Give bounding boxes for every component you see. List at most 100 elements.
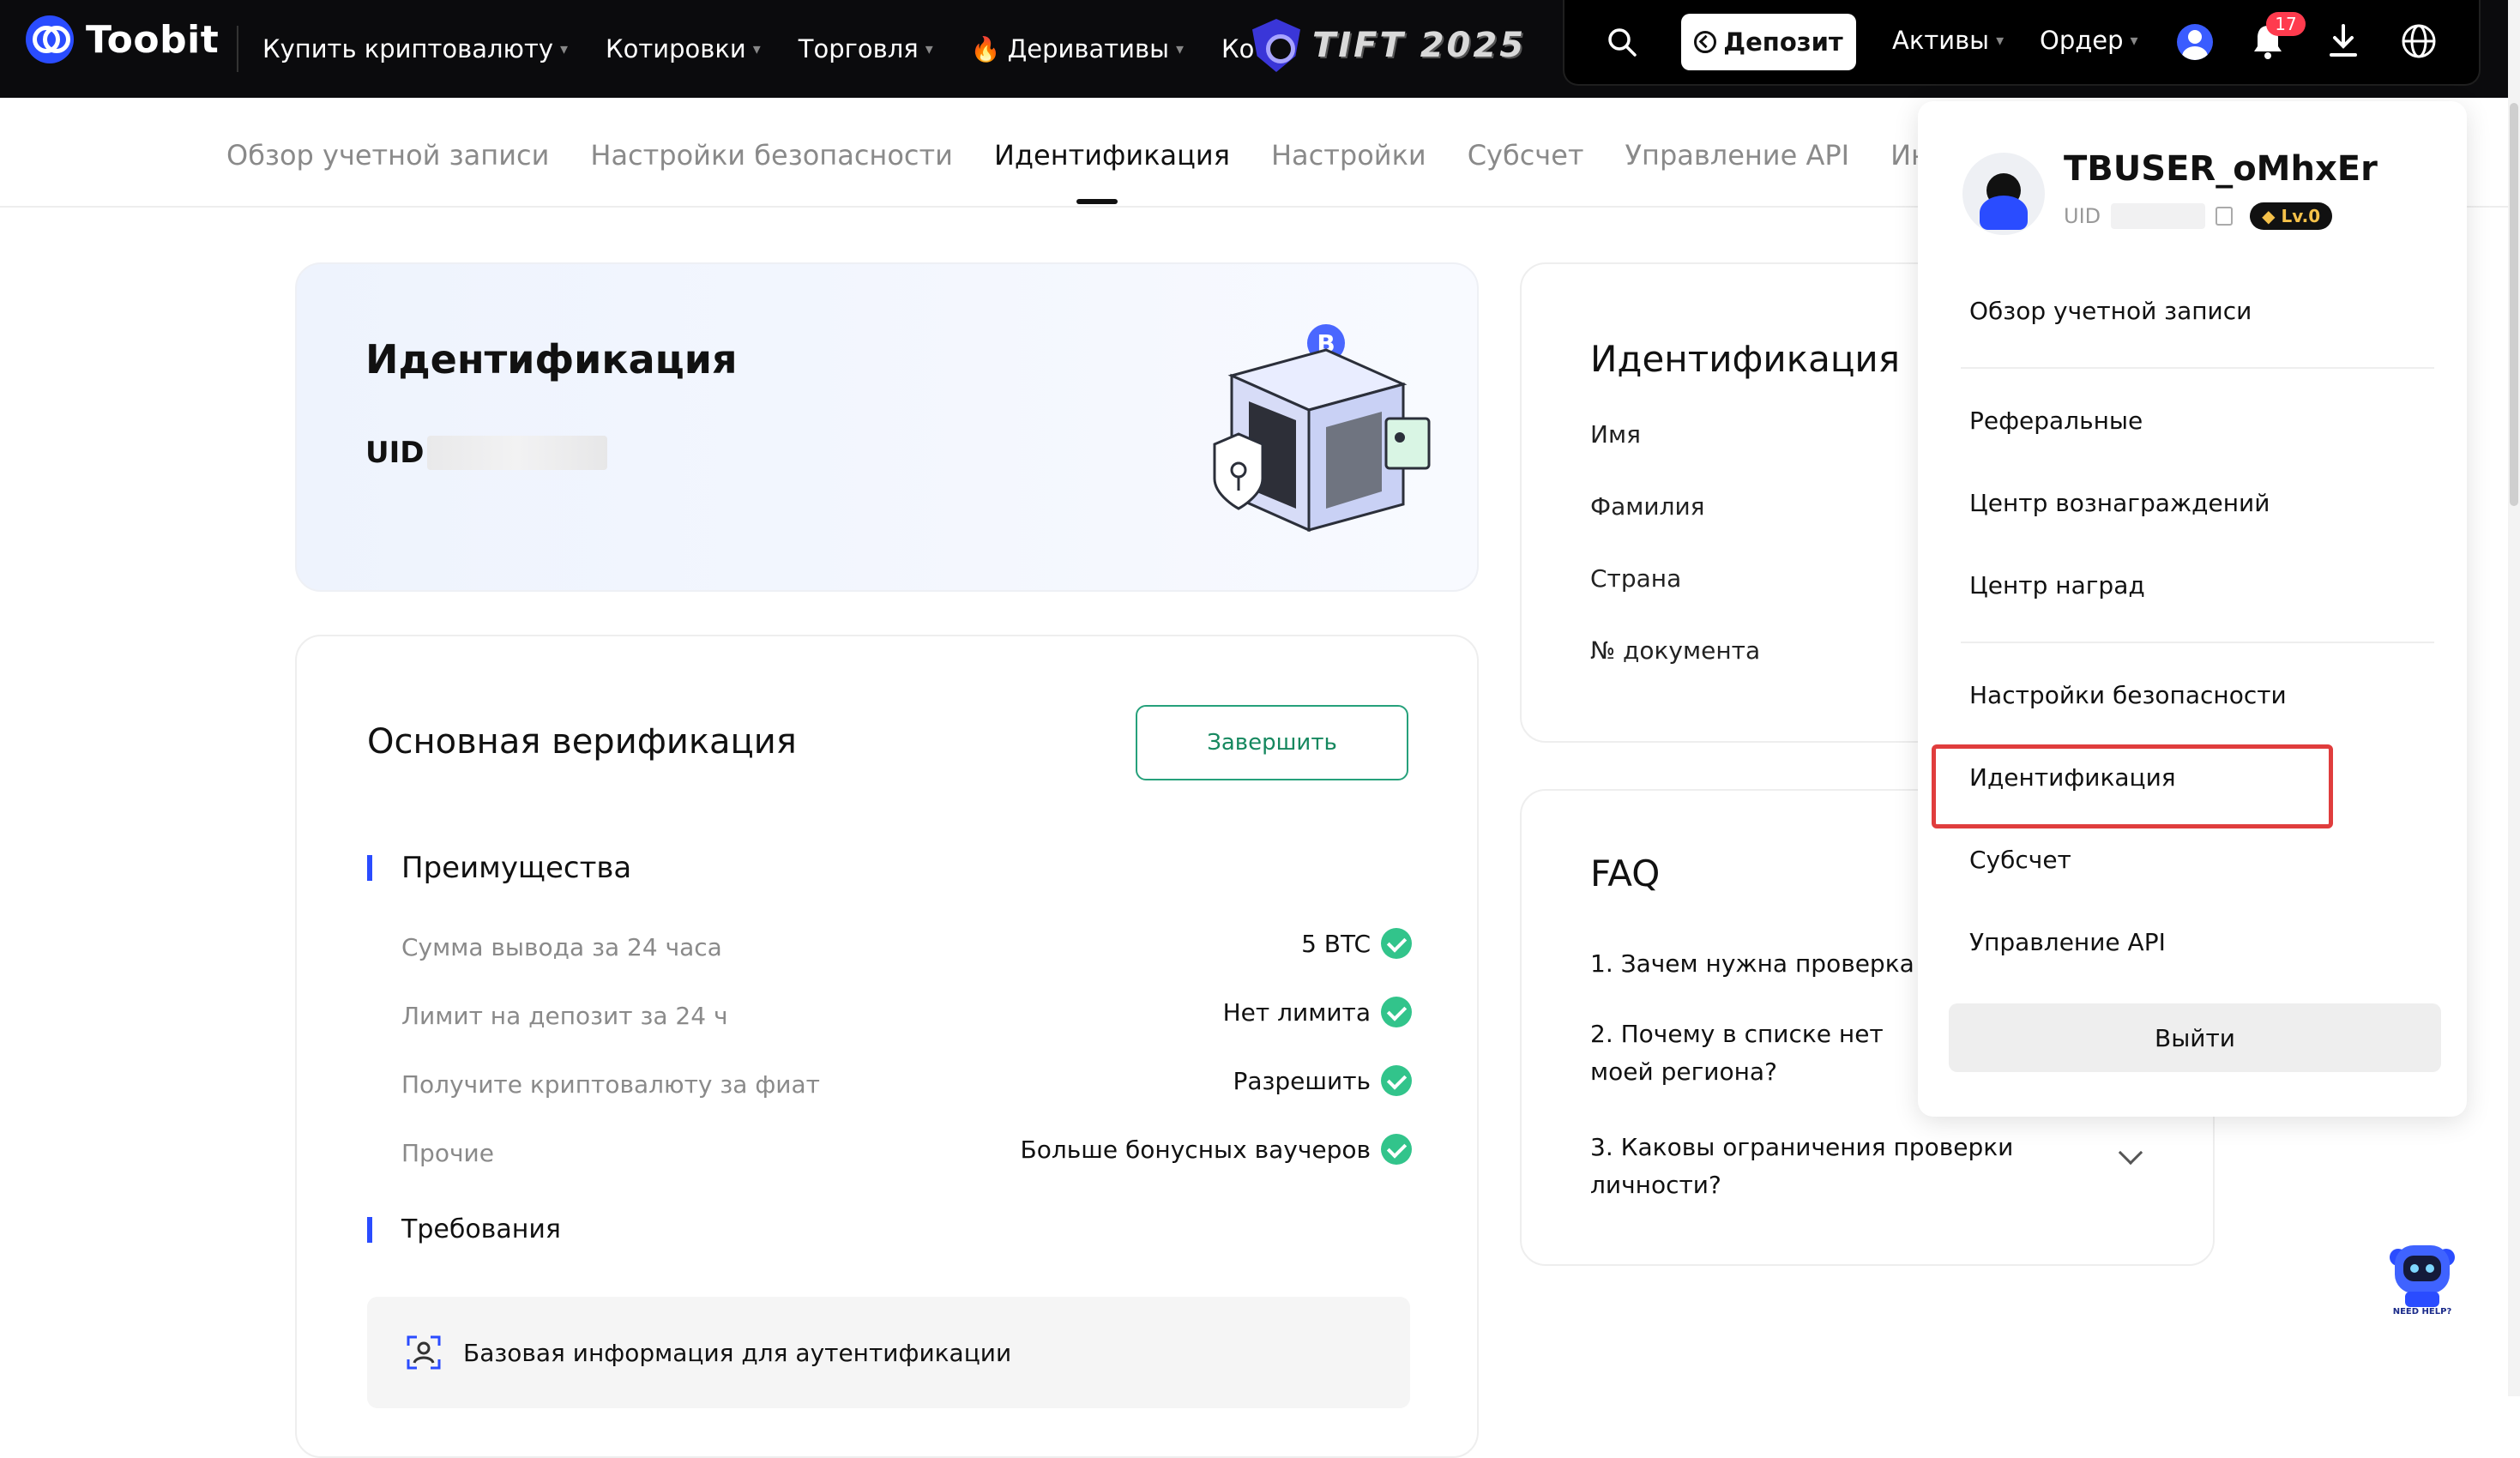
uid-row: UID <box>365 436 608 470</box>
tab-identification[interactable]: Идентификация <box>994 139 1230 204</box>
chevron-down-icon: ▾ <box>560 39 569 58</box>
deposit-icon <box>1694 31 1717 53</box>
search-icon[interactable] <box>1607 27 1637 57</box>
help-chatbot-icon[interactable]: NEED HELP? <box>2386 1238 2458 1317</box>
scrollbar-thumb[interactable] <box>2510 103 2518 506</box>
benefit-value: 5 BTC <box>1301 928 1412 959</box>
fire-icon: 🔥 <box>970 34 1001 63</box>
uid-label: UID <box>2064 204 2101 228</box>
download-icon[interactable] <box>2326 22 2360 60</box>
user-menu-dropdown: TBUSER_oMhxEr UID ◆ Lv.0 Обзор учетной з… <box>1918 101 2467 1117</box>
nav-trade-label: Торговля <box>798 34 919 63</box>
verification-title: Основная верификация <box>367 722 797 762</box>
top-navigation-bar: Toobit Купить криптовалюту ▾ Котировки ▾… <box>0 0 2520 98</box>
dropdown-uid-row: UID ◆ Lv.0 <box>2064 202 2333 230</box>
check-circle-icon <box>1381 928 1412 959</box>
logout-button[interactable]: Выйти <box>1949 1003 2441 1072</box>
menu-item-security-settings[interactable]: Настройки безопасности <box>1969 681 2287 709</box>
faq-question[interactable]: 3. Каковы ограничения проверки личности? <box>1590 1129 2036 1204</box>
check-circle-icon <box>1381 997 1412 1027</box>
chevron-down-icon: ▾ <box>1175 39 1185 58</box>
info-card-title: Идентификация <box>1590 338 1900 380</box>
tab-account-overview[interactable]: Обзор учетной записи <box>226 139 549 172</box>
section-accent-bar <box>367 855 372 881</box>
page-title: Идентификация <box>365 336 738 383</box>
menu-divider <box>1961 642 2434 643</box>
benefit-label: Сумма вывода за 24 часа <box>401 933 722 961</box>
benefit-value: Нет лимита <box>1223 997 1412 1027</box>
help-label: NEED HELP? <box>2393 1307 2452 1316</box>
nav-quotes[interactable]: Котировки ▾ <box>606 34 761 63</box>
level-text: Lv.0 <box>2281 206 2321 226</box>
benefits-heading: Преимущества <box>367 851 631 885</box>
toobit-logo[interactable]: Toobit <box>26 15 219 63</box>
toobit-logo-icon <box>26 15 74 63</box>
menu-item-rewards-center[interactable]: Центр вознаграждений <box>1969 489 2270 517</box>
menu-item-identification[interactable]: Идентификация <box>1969 763 2176 792</box>
finish-verification-button[interactable]: Завершить <box>1136 705 1408 780</box>
benefit-label: Получите криптовалюту за фиат <box>401 1070 820 1099</box>
header-actions: Депозит Активы ▾ Ордер ▾ 17 <box>1563 0 2481 86</box>
nav-divider <box>237 26 238 72</box>
benefit-value-text: Нет лимита <box>1222 997 1371 1027</box>
field-first-name: Имя <box>1590 420 1641 449</box>
benefit-label: Прочие <box>401 1139 494 1167</box>
nav-more-label: Ко <box>1221 34 1255 63</box>
chevron-down-icon: ▾ <box>752 39 761 58</box>
username: TBUSER_oMhxEr <box>2064 149 2378 189</box>
faq-question[interactable]: 2. Почему в списке нет моей региона? <box>1590 1015 1950 1091</box>
menu-divider <box>1961 367 2434 369</box>
field-country: Страна <box>1590 564 1682 593</box>
face-scan-icon <box>407 1335 441 1370</box>
identification-hero-card: Идентификация UID B <box>295 262 1479 592</box>
chevron-down-icon[interactable] <box>2118 1140 2143 1166</box>
main-nav: Купить криптовалюту ▾ Котировки ▾ Торгов… <box>262 0 1273 98</box>
benefit-value-text: Разрешить <box>1233 1066 1371 1095</box>
benefit-value-text: 5 BTC <box>1301 929 1371 958</box>
benefit-value-text: Больше бонусных ваучеров <box>1020 1135 1371 1164</box>
globe-icon[interactable] <box>2400 22 2438 60</box>
copy-icon[interactable] <box>2216 207 2234 226</box>
notification-badge: 17 <box>2266 12 2306 36</box>
nav-buy-crypto[interactable]: Купить криптовалюту ▾ <box>262 34 568 63</box>
check-circle-icon <box>1381 1134 1412 1165</box>
brand-name: Toobit <box>86 17 220 62</box>
requirement-item: Базовая информация для аутентификации <box>367 1297 1410 1408</box>
requirements-heading: Требования <box>367 1214 561 1244</box>
field-last-name: Фамилия <box>1590 492 1705 521</box>
menu-item-referral[interactable]: Реферальные <box>1969 407 2143 435</box>
benefit-label: Лимит на депозит за 24 ч <box>401 1002 728 1030</box>
menu-item-api-management[interactable]: Управление API <box>1969 928 2166 956</box>
faq-title: FAQ <box>1590 853 1661 895</box>
chevron-down-icon: ▾ <box>1996 31 2005 50</box>
requirement-text: Базовая информация для аутентификации <box>463 1338 1012 1367</box>
menu-item-awards-center[interactable]: Центр наград <box>1969 571 2145 599</box>
tift-event-banner[interactable]: TIFT 2025 <box>1252 19 1526 72</box>
tab-security-settings[interactable]: Настройки безопасности <box>590 139 953 172</box>
uid-redacted-value <box>2111 203 2206 229</box>
check-circle-icon <box>1381 1065 1412 1096</box>
nav-quotes-label: Котировки <box>606 34 746 63</box>
menu-item-subaccount[interactable]: Субсчет <box>1969 846 2071 874</box>
uid-redacted-value <box>427 436 608 470</box>
user-avatar-icon <box>1962 153 2045 235</box>
tab-api-management[interactable]: Управление API <box>1625 139 1850 172</box>
benefit-value: Разрешить <box>1233 1065 1412 1096</box>
assets-menu[interactable]: Активы ▾ <box>1892 26 2004 55</box>
tab-subaccount[interactable]: Субсчет <box>1468 139 1584 172</box>
tab-settings[interactable]: Настройки <box>1271 139 1426 172</box>
menu-item-account-overview[interactable]: Обзор учетной записи <box>1969 297 2252 325</box>
assets-label: Активы <box>1892 26 1990 55</box>
nav-derivatives[interactable]: 🔥 Деривативы ▾ <box>971 34 1184 63</box>
user-avatar-icon[interactable] <box>2177 24 2213 60</box>
chevron-down-icon: ▾ <box>2130 31 2138 50</box>
nav-derivatives-label: Деривативы <box>1007 34 1169 63</box>
orders-label: Ордер <box>2040 26 2124 55</box>
deposit-button[interactable]: Депозит <box>1681 14 1856 70</box>
tift-event-label: TIFT 2025 <box>1312 26 1527 65</box>
nav-trade[interactable]: Торговля ▾ <box>799 34 933 63</box>
section-accent-bar <box>367 1216 372 1243</box>
level-badge: ◆ Lv.0 <box>2250 202 2333 230</box>
orders-menu[interactable]: Ордер ▾ <box>2040 26 2138 55</box>
chevron-down-icon: ▾ <box>925 39 933 58</box>
